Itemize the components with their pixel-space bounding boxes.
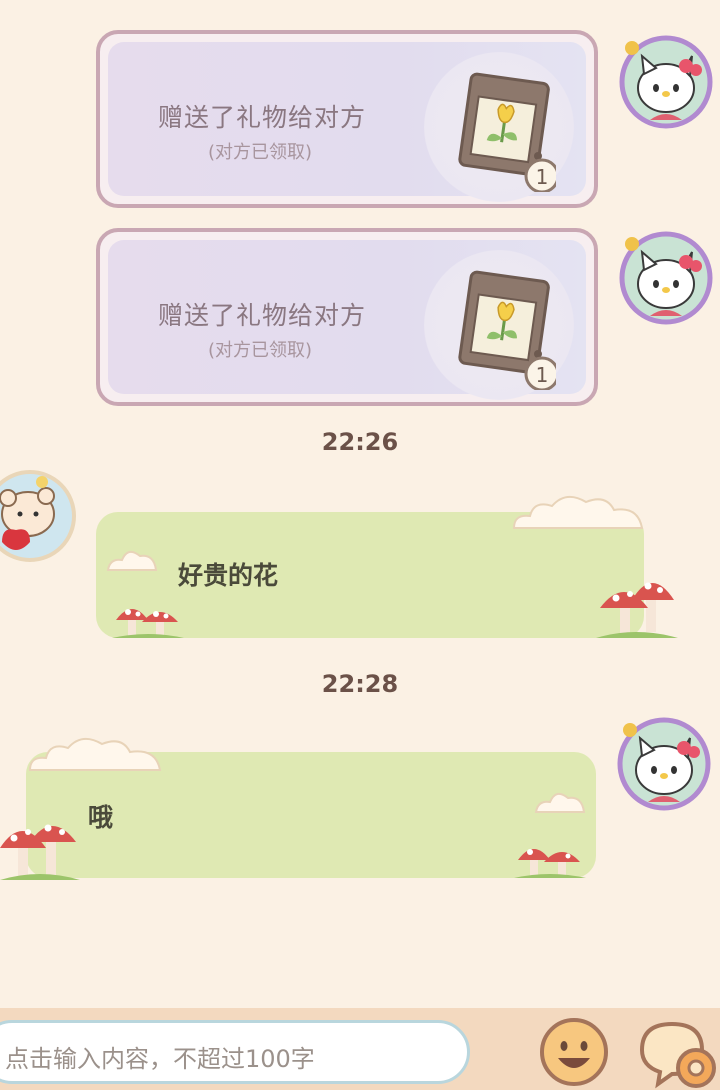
bear-with-heart-avatar-icon[interactable] [0, 464, 80, 564]
cloud-decoration-icon [534, 792, 586, 813]
message-timestamp: 22:28 [321, 670, 399, 698]
gift-status: (对方已领取) [208, 340, 313, 361]
mushroom-decoration-icon [596, 582, 678, 638]
received-message-text: 好贵的花 [178, 561, 279, 590]
tulip-seed-pack-icon: 1 [458, 270, 556, 390]
hello-kitty-avatar-icon[interactable] [614, 30, 714, 130]
chat-settings-gear-icon[interactable] [636, 1016, 720, 1090]
message-timestamp: 22:26 [321, 428, 399, 456]
gift-count-badge: 1 [536, 165, 549, 189]
cloud-decoration-icon [28, 737, 162, 771]
mushroom-decoration-icon [514, 849, 586, 878]
gift-status: (对方已领取) [208, 142, 313, 163]
gift-title: 赠送了礼物给对方 [158, 301, 367, 330]
gift-card-inner: 赠送了礼物给对方 (对方已领取) 1 [108, 42, 586, 202]
cloud-decoration-icon [106, 550, 158, 571]
cloud-decoration-icon [512, 495, 644, 529]
hello-kitty-avatar-icon[interactable] [612, 712, 712, 812]
hello-kitty-avatar-icon[interactable] [614, 226, 714, 326]
gift-count-badge: 1 [536, 363, 549, 387]
gift-message-card[interactable]: 赠送了礼物给对方 (对方已领取) 1 [96, 30, 598, 208]
message-input-placeholder: 点击输入内容，不超过100字 [5, 1045, 315, 1073]
message-input[interactable]: 点击输入内容，不超过100字 [0, 1020, 470, 1084]
mushroom-decoration-icon [0, 824, 80, 880]
sent-message-text: 哦 [88, 803, 114, 832]
gift-card-inner: 赠送了礼物给对方 (对方已领取) 1 [108, 240, 586, 400]
mushroom-decoration-icon [112, 609, 184, 638]
gift-title: 赠送了礼物给对方 [158, 103, 367, 132]
gift-message-card[interactable]: 赠送了礼物给对方 (对方已领取) 1 [96, 228, 598, 406]
tulip-seed-pack-icon: 1 [458, 72, 556, 192]
smiley-icon[interactable] [538, 1016, 610, 1088]
